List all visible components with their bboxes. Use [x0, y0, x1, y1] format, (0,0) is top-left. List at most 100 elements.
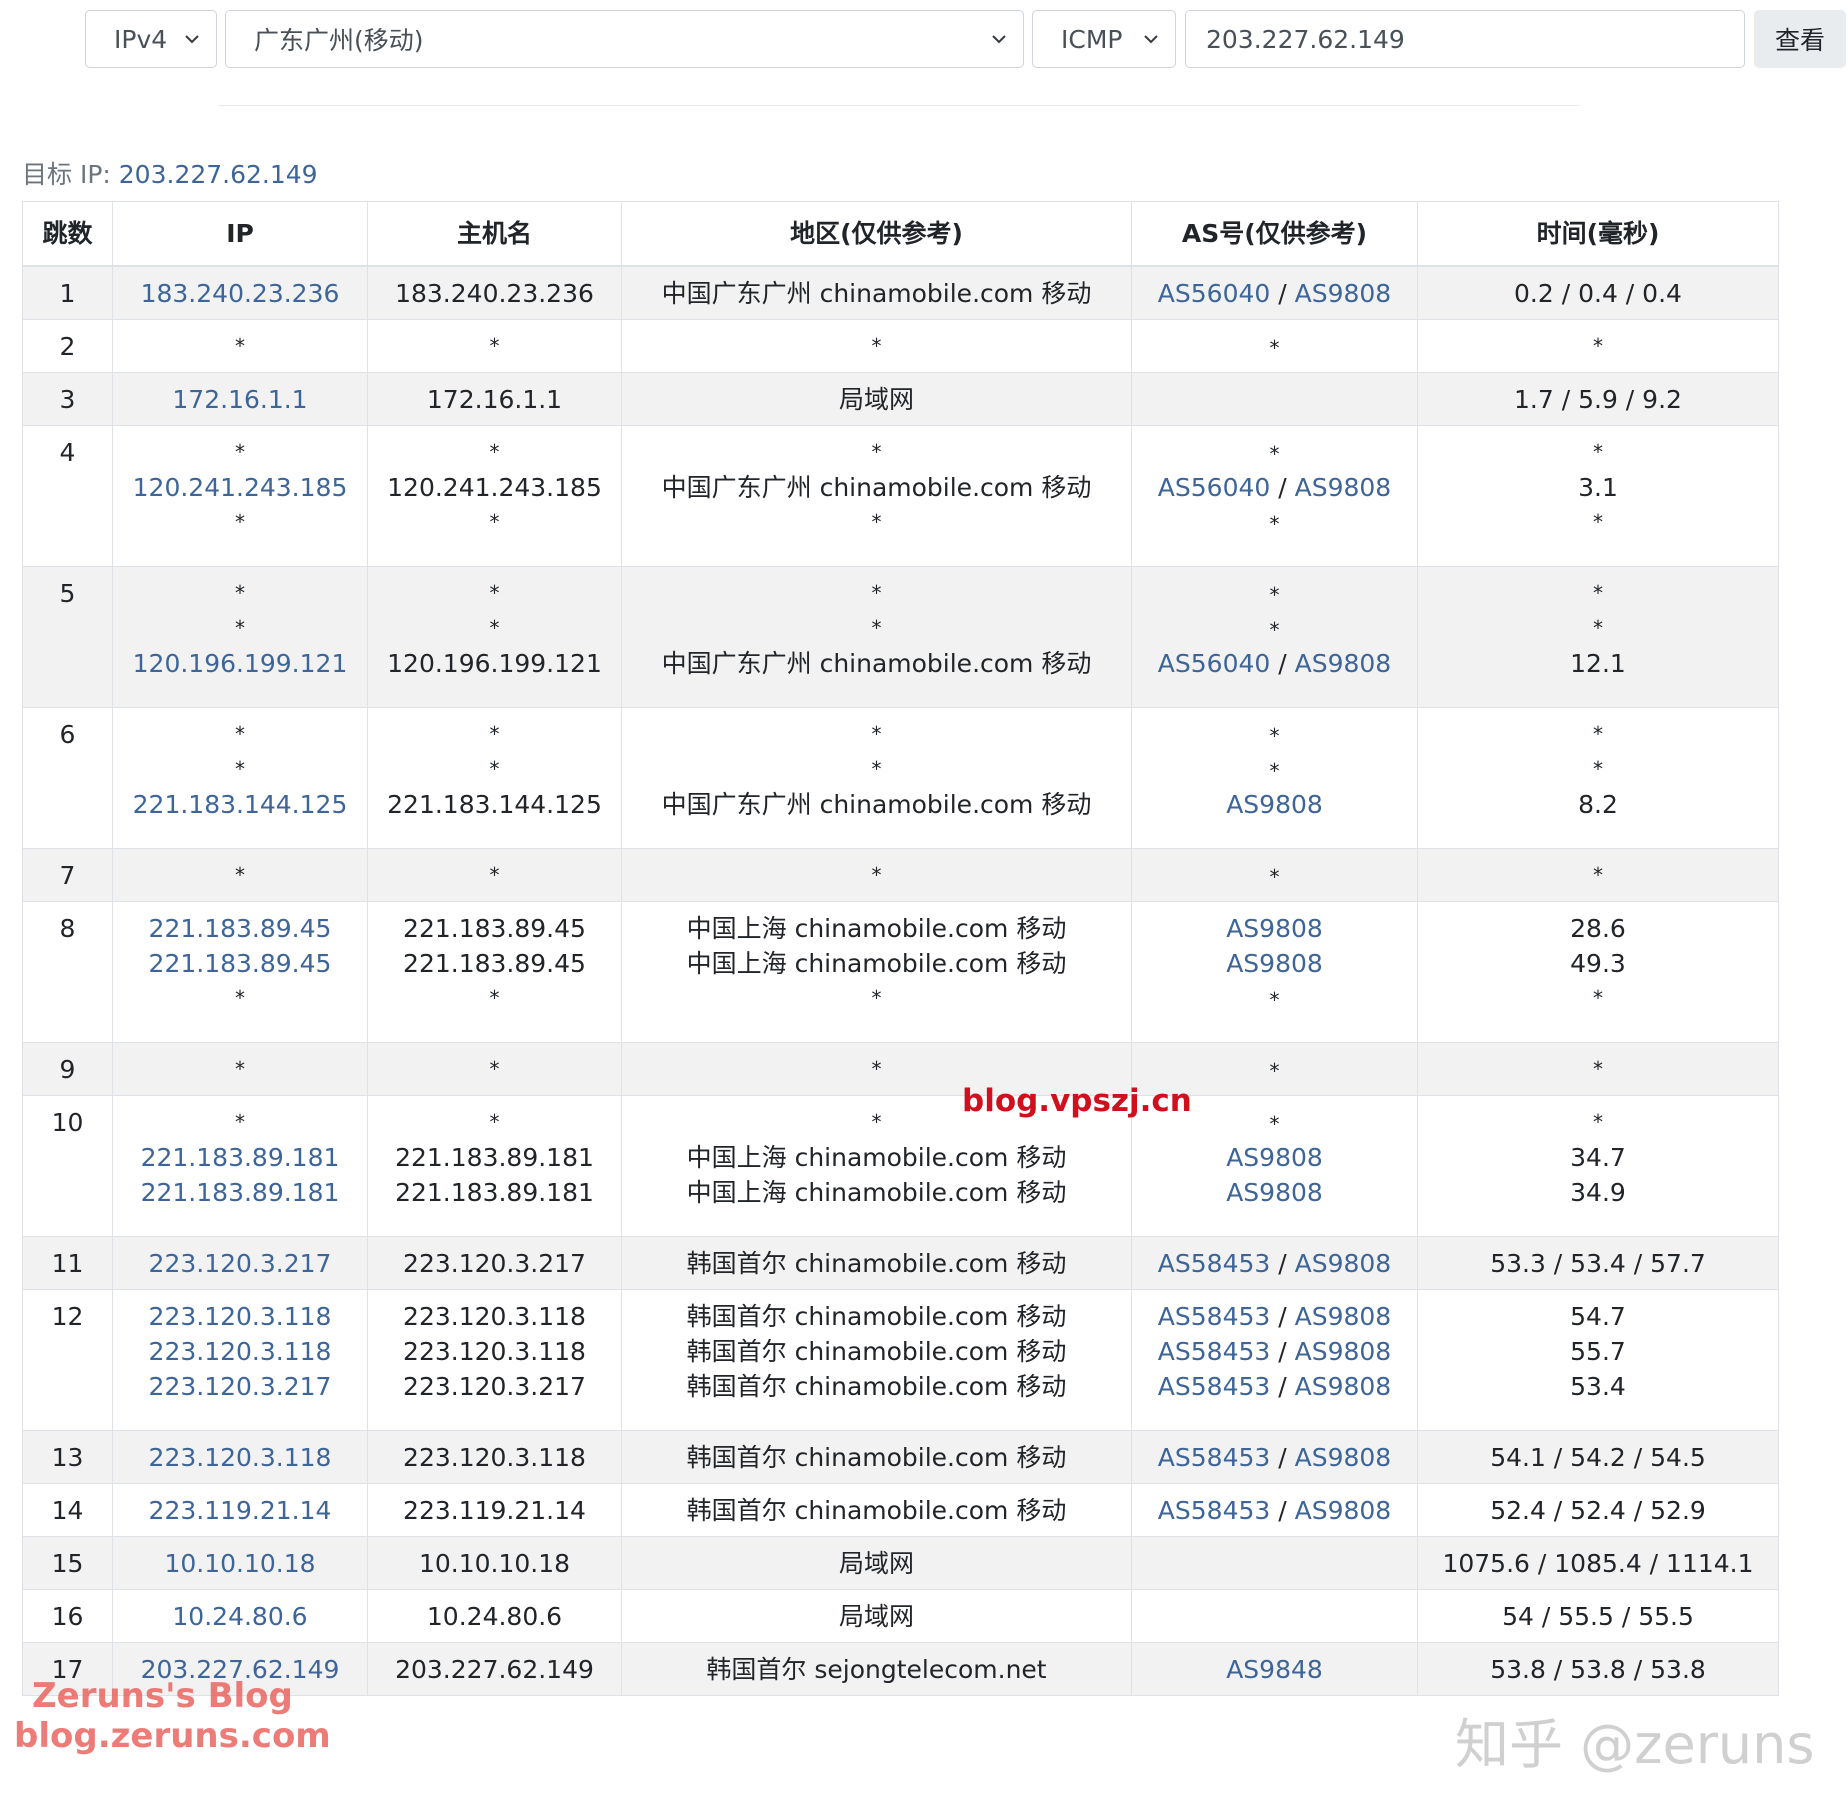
region-text: 中国广东广州 chinamobile.com 移动	[661, 473, 1092, 502]
region-text: 中国上海 chinamobile.com 移动	[686, 1143, 1067, 1172]
as-link[interactable]: AS9848	[1226, 1655, 1323, 1684]
region-text: 局域网	[838, 385, 914, 414]
chevron-down-icon	[1144, 35, 1158, 44]
ip-empty: *	[235, 1110, 245, 1134]
as-line: *	[1132, 752, 1417, 787]
hop-number-cell: 16	[22, 1589, 113, 1643]
region-text: *	[871, 986, 882, 1010]
ip-link[interactable]: 203.227.62.149	[113, 1652, 367, 1687]
as-link[interactable]: AS58453	[1158, 1443, 1271, 1472]
as-link[interactable]: AS9808	[1295, 279, 1392, 308]
as-link[interactable]: AS58453	[1158, 1372, 1271, 1401]
as-cell: *	[1131, 319, 1418, 373]
ip-link[interactable]: 223.120.3.118	[113, 1440, 367, 1475]
as-link[interactable]: AS58453	[1158, 1249, 1271, 1278]
as-link[interactable]: AS9808	[1226, 1143, 1323, 1172]
ip-link[interactable]: 221.183.144.125	[113, 787, 367, 822]
ip-link[interactable]: 223.120.3.217	[113, 1246, 367, 1281]
as-link[interactable]: AS9808	[1295, 1372, 1392, 1401]
as-link[interactable]: AS9808	[1295, 1249, 1392, 1278]
as-link[interactable]: AS9808	[1226, 914, 1323, 943]
as-separator: /	[1270, 1337, 1295, 1366]
time-text: *	[1593, 1057, 1603, 1081]
table-row: 13 223.120.3.118 223.120.3.118 韩国首尔 chinamo…	[22, 1430, 1779, 1484]
as-link[interactable]: AS9808	[1295, 1443, 1392, 1472]
as-link[interactable]: AS9808	[1295, 649, 1392, 678]
hop-number: 11	[51, 1249, 84, 1278]
region-cell: * * 中国广东广州 chinamobile.com 移动	[621, 707, 1132, 849]
hop-number-cell: 2	[22, 319, 113, 373]
region-text: 中国广东广州 chinamobile.com 移动	[661, 279, 1092, 308]
as-line: AS58453 / AS9808	[1132, 1246, 1417, 1281]
ip-link[interactable]: 183.240.23.236	[113, 276, 367, 311]
ip-cell: 221.183.89.45 221.183.89.45 *	[112, 901, 368, 1043]
time-cell: * 3.1 *	[1417, 425, 1779, 567]
time-text: *	[1593, 616, 1603, 640]
table-row: 15 10.10.10.18 10.10.10.18 局域网 1075.6 / 1085…	[22, 1536, 1779, 1590]
as-link[interactable]: AS9808	[1295, 1337, 1392, 1366]
time-text: 53.4	[1570, 1372, 1626, 1401]
as-empty: *	[1269, 512, 1280, 536]
ip-link[interactable]: 221.183.89.45	[113, 911, 367, 946]
ip-link[interactable]: 172.16.1.1	[113, 382, 367, 417]
ip-version-select[interactable]: IPv4	[85, 10, 217, 68]
as-link[interactable]: AS9808	[1226, 949, 1323, 978]
as-link[interactable]: AS9808	[1295, 1302, 1392, 1331]
ip-link[interactable]: 223.120.3.118	[113, 1334, 367, 1369]
as-link[interactable]: AS9808	[1295, 473, 1392, 502]
time-text: 8.2	[1578, 790, 1618, 819]
ip-link[interactable]: 223.119.21.14	[113, 1493, 367, 1528]
ip-link[interactable]: 223.120.3.217	[113, 1369, 367, 1404]
as-link[interactable]: AS9808	[1295, 1496, 1392, 1525]
ip-link[interactable]: 221.183.89.45	[113, 946, 367, 981]
region-cell: * * 中国广东广州 chinamobile.com 移动	[621, 566, 1132, 708]
hostname-cell: 223.120.3.217	[367, 1236, 622, 1290]
hop-number-cell: 5	[22, 566, 113, 708]
ip-empty: *	[235, 334, 245, 358]
as-cell: AS56040 / AS9808	[1131, 265, 1418, 320]
region-cell: 局域网	[621, 372, 1132, 426]
region-text: *	[871, 1057, 882, 1081]
as-line: AS9848	[1132, 1652, 1417, 1687]
hostname-text: *	[489, 863, 500, 887]
table-row: 8 221.183.89.45 221.183.89.45 * 221.183.89.4…	[22, 901, 1779, 1043]
hostname-cell: 183.240.23.236	[367, 265, 622, 320]
time-text: *	[1593, 510, 1603, 534]
ip-link[interactable]: 120.241.243.185	[113, 470, 367, 505]
location-select[interactable]: 广东广州(移动)	[225, 10, 1024, 68]
time-text: 1.7 / 5.9 / 9.2	[1514, 385, 1682, 414]
hostname-text: 223.120.3.118	[403, 1337, 586, 1366]
ip-link[interactable]: 10.10.10.18	[113, 1546, 367, 1581]
table-row: 2 * * * * *	[22, 319, 1779, 373]
target-ip-input[interactable]	[1185, 10, 1745, 68]
as-link[interactable]: AS56040	[1158, 649, 1271, 678]
protocol-select[interactable]: ICMP	[1032, 10, 1176, 68]
region-text: *	[871, 722, 882, 746]
hostname-cell: * 120.241.243.185 *	[367, 425, 622, 567]
hostname-cell: 172.16.1.1	[367, 372, 622, 426]
time-text: *	[1593, 440, 1603, 464]
as-empty: *	[1269, 724, 1280, 748]
ip-link[interactable]: 10.24.80.6	[113, 1599, 367, 1634]
as-link[interactable]: AS56040	[1158, 279, 1271, 308]
as-line: AS9808	[1132, 1175, 1417, 1210]
ip-link[interactable]: 221.183.89.181	[113, 1140, 367, 1175]
region-text: 韩国首尔 chinamobile.com 移动	[686, 1249, 1067, 1278]
as-link[interactable]: AS9808	[1226, 1178, 1323, 1207]
as-link[interactable]: AS58453	[1158, 1337, 1271, 1366]
hostname-cell: 223.119.21.14	[367, 1483, 622, 1537]
as-link[interactable]: AS58453	[1158, 1302, 1271, 1331]
hostname-text: *	[489, 1057, 500, 1081]
ip-empty: *	[235, 722, 245, 746]
region-text: *	[871, 757, 882, 781]
ip-link[interactable]: 221.183.89.181	[113, 1175, 367, 1210]
query-button[interactable]: 查看	[1754, 10, 1846, 68]
as-line: *	[1132, 1052, 1417, 1087]
ip-link[interactable]: 223.120.3.118	[113, 1299, 367, 1334]
as-link[interactable]: AS56040	[1158, 473, 1271, 502]
as-line: AS56040 / AS9808	[1132, 470, 1417, 505]
ip-cell: * 221.183.89.181 221.183.89.181	[112, 1095, 368, 1237]
ip-link[interactable]: 120.196.199.121	[113, 646, 367, 681]
as-link[interactable]: AS9808	[1226, 790, 1323, 819]
as-link[interactable]: AS58453	[1158, 1496, 1271, 1525]
